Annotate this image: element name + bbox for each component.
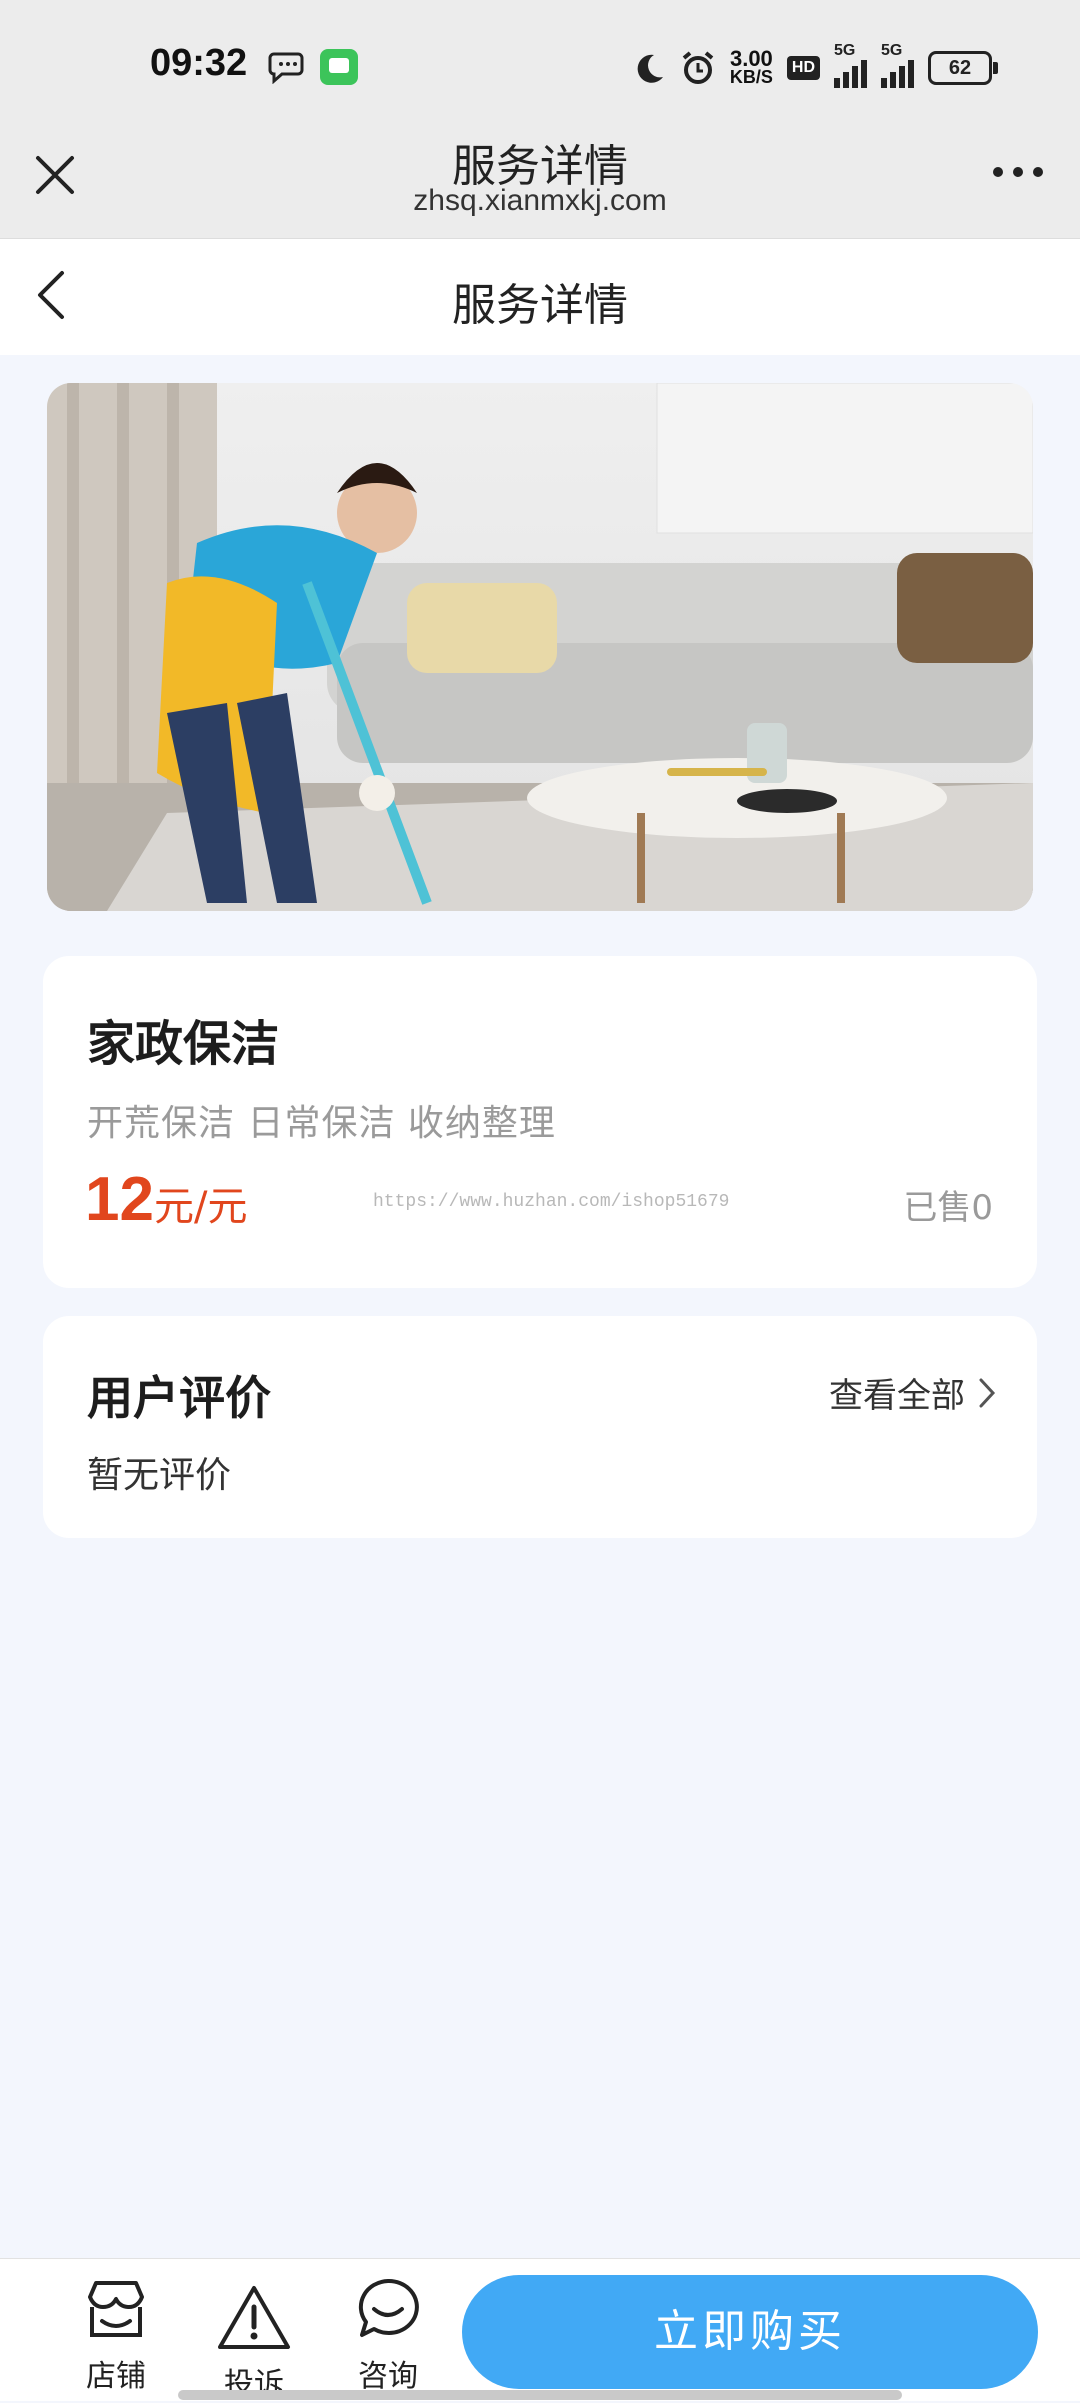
page-title: 服务详情: [452, 280, 628, 331]
tab-complaint[interactable]: 投诉: [204, 2283, 304, 2403]
service-tags: 开荒保洁 日常保洁 收纳整理: [87, 1103, 556, 1144]
status-time: 09:32: [150, 42, 248, 84]
price-value: 12: [85, 1165, 154, 1234]
service-name: 家政保洁: [87, 1016, 280, 1072]
signal-sim1-icon: 5G: [834, 42, 867, 88]
service-price: 12元/元: [85, 1164, 247, 1235]
tab-consult[interactable]: 咨询: [338, 2275, 438, 2395]
buy-now-button[interactable]: 立即购买: [462, 2275, 1038, 2389]
no-reviews-text: 暂无评价: [87, 1455, 232, 1496]
hd-badge: HD: [786, 56, 820, 80]
tab-consult-label: 咨询: [358, 2359, 418, 2394]
browser-header: 服务详情 zhsq.xianmxkj.com: [0, 130, 1080, 239]
store-icon: [88, 2281, 144, 2337]
service-hero-image: [47, 383, 1033, 911]
tab-store-label: 店铺: [86, 2359, 146, 2394]
status-icons: 3.00 KB/S HD 5G 5G 62: [632, 42, 998, 92]
view-all-reviews-link[interactable]: 查看全部: [829, 1368, 997, 1417]
tab-store[interactable]: 店铺: [66, 2275, 166, 2395]
alarm-icon: [682, 51, 714, 84]
status-bar: 09:32 3.00 KB/S HD 5G 5G 62: [0, 0, 1080, 130]
message-bubble-icon: [268, 52, 304, 84]
signal-sim2-icon: 5G: [881, 42, 914, 88]
reviews-title: 用户评价: [87, 1371, 271, 1425]
watermark-text: https://www.huzhan.com/ishop51679: [373, 1192, 730, 1212]
price-unit: 元/元: [153, 1184, 248, 1230]
cleaning-scene-illustration: [47, 383, 1033, 911]
page-nav-bar: 服务详情: [0, 239, 1080, 355]
moon-icon: [637, 54, 663, 83]
bottom-action-bar: 店铺 投诉 咨询 立即购买: [0, 2258, 1080, 2403]
warning-icon: [218, 2286, 290, 2349]
app-notification-icon: [320, 49, 358, 85]
sold-count: 已售0: [903, 1188, 993, 1228]
home-indicator[interactable]: [178, 2390, 902, 2400]
view-all-label: 查看全部: [829, 1376, 965, 1416]
chat-icon: [358, 2278, 419, 2337]
service-info-card: 家政保洁 开荒保洁 日常保洁 收纳整理 12元/元 https://www.hu…: [43, 956, 1037, 1288]
net-speed: 3.00 KB/S: [729, 46, 773, 87]
battery-icon: 62: [928, 51, 998, 85]
chevron-right-icon: [979, 1378, 996, 1407]
more-icon[interactable]: [990, 164, 1046, 180]
reviews-card: 用户评价 查看全部 暂无评价: [43, 1316, 1037, 1538]
browser-url: zhsq.xianmxkj.com: [413, 184, 667, 217]
